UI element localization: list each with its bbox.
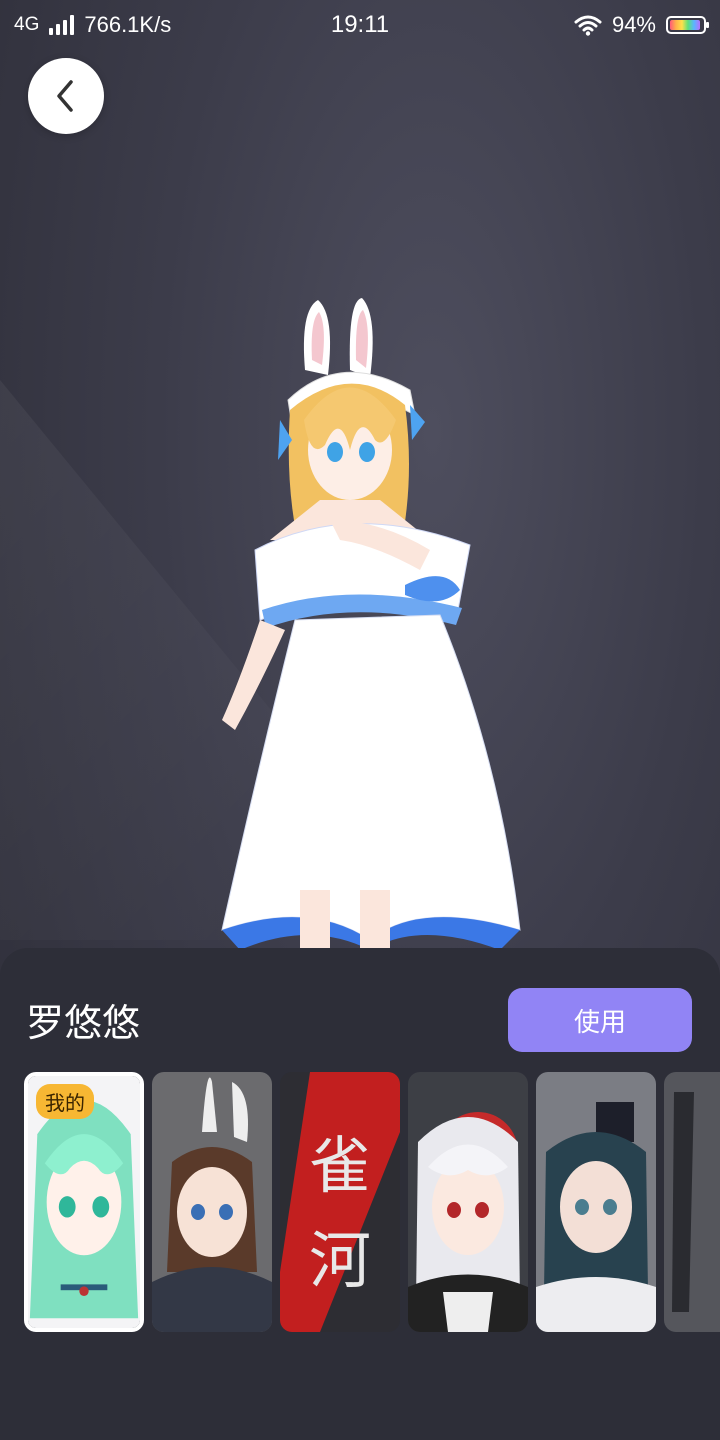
wifi-icon <box>574 15 602 36</box>
use-button[interactable]: 使用 <box>508 988 692 1052</box>
avatar-teal-hair <box>536 1072 656 1332</box>
character-model <box>221 298 521 950</box>
model-thumbnail[interactable] <box>408 1072 528 1332</box>
avatar-white-hair <box>408 1072 528 1332</box>
status-bar: 4G 766.1K/s 19:11 94% <box>0 0 720 50</box>
model-thumbnail-list[interactable]: 我的 雀 河 <box>24 1072 720 1332</box>
network-speed: 766.1K/s <box>84 12 172 37</box>
back-button[interactable] <box>28 58 104 134</box>
status-bar-right: 94% <box>574 12 709 38</box>
model-selection-panel: 罗悠悠 使用 我的 雀 河 <box>0 948 720 1440</box>
battery-percent: 94% <box>611 12 656 37</box>
avatar-bunny-girl <box>152 1072 272 1332</box>
status-bar-left: 4G 766.1K/s <box>14 12 171 38</box>
network-type: 4G <box>14 14 40 35</box>
signal-icon <box>49 15 75 35</box>
model-thumbnail[interactable] <box>536 1072 656 1332</box>
model-thumbnail[interactable] <box>664 1072 720 1332</box>
calligraphy-text-2: 河 <box>309 1224 371 1297</box>
model-thumbnail[interactable]: 雀 河 <box>280 1072 400 1332</box>
chevron-left-icon <box>57 80 73 112</box>
model-thumbnail[interactable] <box>152 1072 272 1332</box>
model-thumbnail[interactable]: 我的 <box>24 1072 144 1332</box>
calligraphy-cover: 雀 河 <box>280 1072 400 1332</box>
calligraphy-text-1: 雀 <box>309 1129 371 1202</box>
clock: 19:11 <box>330 11 390 38</box>
model-name: 罗悠悠 <box>26 1001 141 1045</box>
mine-badge: 我的 <box>36 1084 94 1119</box>
battery-icon <box>666 16 709 34</box>
avatar-partial <box>664 1072 720 1332</box>
